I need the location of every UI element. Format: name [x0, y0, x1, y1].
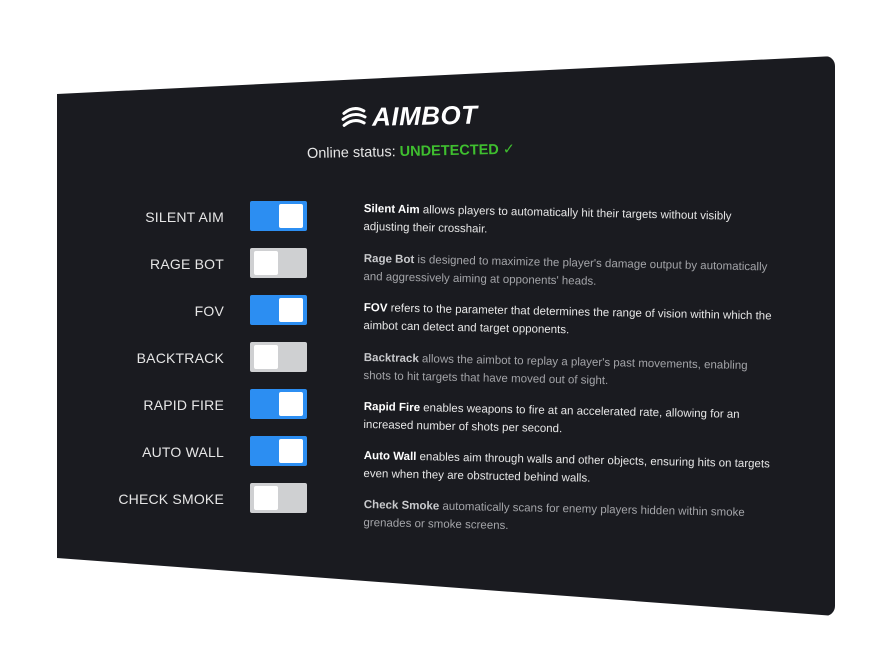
toggle-knob	[254, 486, 278, 510]
feature-label: RAGE BOT	[150, 256, 224, 272]
feature-toggle[interactable]	[250, 483, 307, 513]
feature-description-name: Rapid Fire	[363, 400, 421, 415]
check-icon: ✓	[502, 141, 516, 158]
feature-label: BACKTRACK	[136, 350, 224, 366]
toggle-knob	[279, 298, 303, 322]
feature-toggle[interactable]	[250, 389, 307, 419]
feature-label: SILENT AIM	[145, 209, 224, 225]
feature-description-text: refers to the parameter that determines …	[363, 302, 772, 337]
toggle-knob	[279, 204, 303, 228]
feature-description-name: Silent Aim	[363, 202, 420, 217]
toggle-knob	[254, 251, 278, 275]
feature-description-text: allows the aimbot to replay a player's p…	[363, 353, 748, 388]
feature-label: CHECK SMOKE	[118, 491, 224, 507]
feature-description-name: Rage Bot	[363, 252, 415, 267]
feature-description-name: Backtrack	[363, 351, 419, 366]
toggle-knob	[279, 392, 303, 416]
feature-description-name: Auto Wall	[363, 449, 417, 464]
toggle-knob	[279, 439, 303, 463]
feature-description-name: FOV	[363, 301, 388, 315]
swirl-logo-icon	[341, 107, 367, 127]
feature-toggle[interactable]	[250, 201, 307, 231]
feature-label: AUTO WALL	[142, 444, 224, 460]
feature-toggle[interactable]	[250, 295, 307, 325]
feature-description-text: enables weapons to fire at an accelerate…	[363, 402, 740, 436]
feature-toggle[interactable]	[250, 342, 307, 372]
feature-toggle[interactable]	[250, 248, 307, 278]
brand-logo: AIMBOT	[340, 97, 478, 136]
status-prefix: Online status:	[306, 144, 396, 162]
feature-label: RAPID FIRE	[143, 397, 224, 413]
toggle-knob	[254, 345, 278, 369]
status-value: UNDETECTED	[399, 141, 499, 161]
brand-name: AIMBOT	[371, 99, 478, 132]
feature-description-text: is designed to maximize the player's dam…	[363, 254, 768, 288]
feature-toggle[interactable]	[250, 436, 307, 466]
feature-label: FOV	[194, 303, 224, 319]
feature-description-name: Check Smoke	[363, 498, 440, 513]
